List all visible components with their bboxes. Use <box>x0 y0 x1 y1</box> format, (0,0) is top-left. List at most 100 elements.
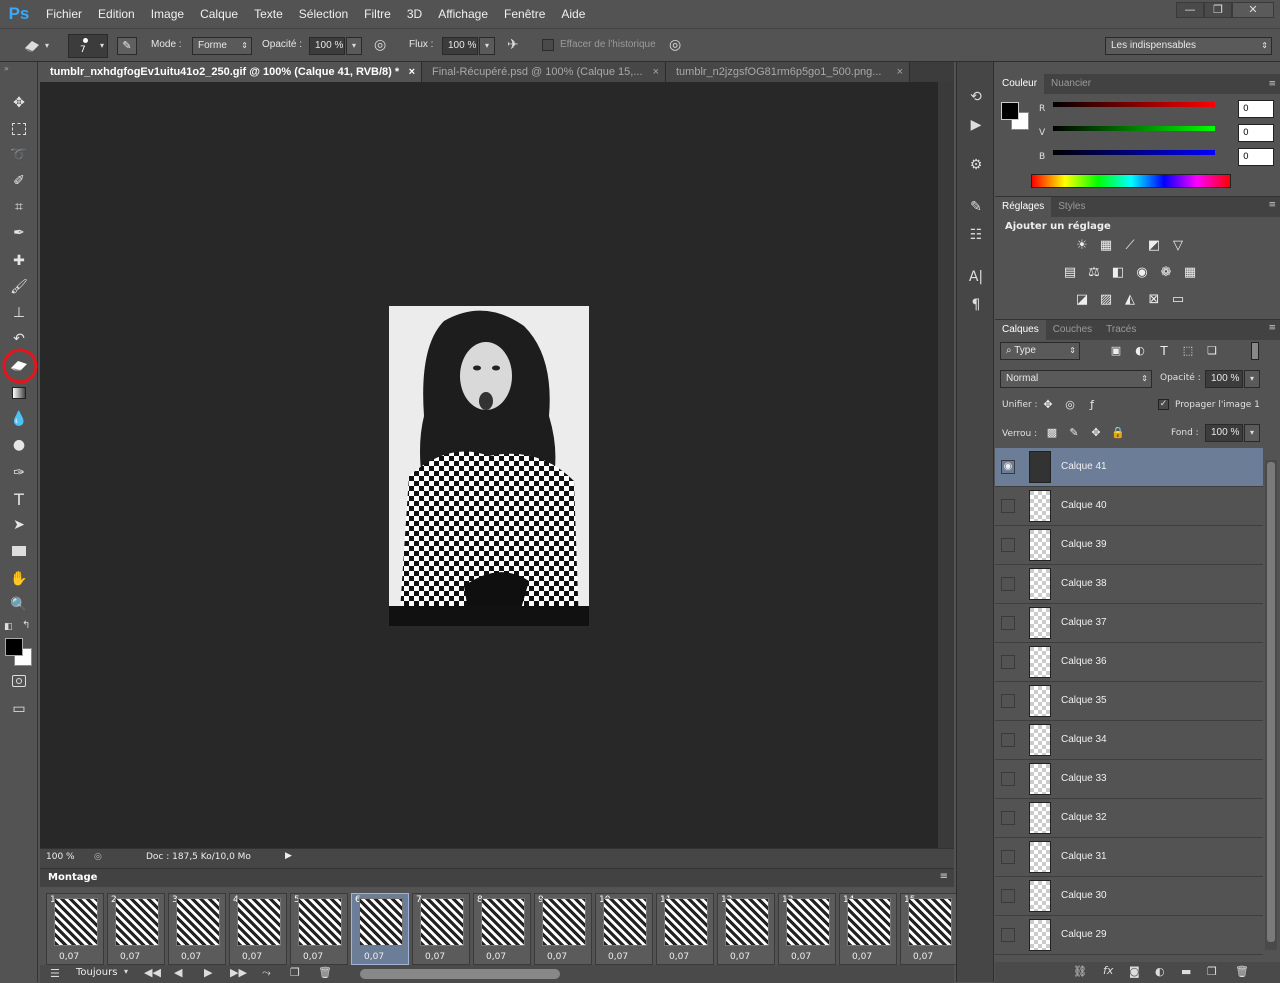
frame-delay[interactable]: 0,07 <box>791 952 811 962</box>
layer-name[interactable]: Calque 34 <box>1061 734 1107 745</box>
filter-shape-icon[interactable]: ⬚ <box>1179 342 1197 360</box>
frame-delay[interactable]: 0,07 <box>486 952 506 962</box>
filter-smart-icon[interactable]: ❏ <box>1203 342 1221 360</box>
tab-calques[interactable]: Calques <box>995 320 1046 340</box>
green-value[interactable]: 0 <box>1238 124 1274 142</box>
exposure-icon[interactable]: ◩ <box>1145 237 1163 255</box>
eyedropper-tool-icon[interactable]: ✒ <box>7 222 31 244</box>
brush-tool-icon[interactable]: 🖌 <box>7 276 31 298</box>
menu-fenetre[interactable]: Fenêtre <box>496 0 553 28</box>
screen-mode-icon[interactable]: ▭ <box>7 698 31 720</box>
layer-row[interactable]: Calque 38 <box>995 565 1263 604</box>
tab-couches[interactable]: Couches <box>1046 320 1099 340</box>
minimize-button[interactable]: — <box>1176 2 1204 18</box>
menu-fichier[interactable]: Fichier <box>38 0 90 28</box>
blue-value[interactable]: 0 <box>1238 148 1274 166</box>
layer-row[interactable]: Calque 29 <box>995 916 1263 955</box>
fill-input[interactable]: 100 % <box>1205 424 1243 442</box>
layer-row[interactable]: Calque 31 <box>995 838 1263 877</box>
pen-tool-icon[interactable]: ✑ <box>7 462 31 484</box>
layer-row[interactable]: Calque 37 <box>995 604 1263 643</box>
unify-style-icon[interactable]: ƒ <box>1083 396 1101 414</box>
vertical-scrollbar[interactable] <box>938 82 954 848</box>
panel-menu-icon[interactable]: ≡ <box>1268 200 1276 210</box>
brush-panel-icon[interactable]: ✎ <box>117 37 137 55</box>
layer-opacity-input[interactable]: 100 % <box>1205 370 1243 388</box>
hue-saturation-icon[interactable]: ▤ <box>1061 264 1079 282</box>
flow-dropdown-icon[interactable]: ▾ <box>479 37 495 55</box>
menu-image[interactable]: Image <box>143 0 192 28</box>
channel-mixer-icon[interactable]: ❁ <box>1157 264 1175 282</box>
frame-delay[interactable]: 0,07 <box>547 952 567 962</box>
timeline-frame[interactable]: 2 0,07 <box>107 893 165 965</box>
brightness-icon[interactable]: ☀ <box>1073 237 1091 255</box>
next-frame-icon[interactable]: ▶▶ <box>230 966 247 979</box>
character-icon[interactable]: A| <box>965 266 987 288</box>
rectangle-tool-icon[interactable] <box>7 540 31 562</box>
filter-type-icon[interactable]: T <box>1155 342 1173 360</box>
layer-name[interactable]: Calque 36 <box>1061 656 1107 667</box>
frame-delay[interactable]: 0,07 <box>852 952 872 962</box>
visibility-toggle[interactable] <box>1001 928 1015 942</box>
filter-toggle[interactable] <box>1251 342 1259 360</box>
hand-tool-icon[interactable]: ✋ <box>7 568 31 590</box>
blend-mode-select[interactable]: Normal ⇕ <box>1000 370 1152 388</box>
brush-size-picker[interactable]: 7 ▾ <box>68 34 108 58</box>
color-lookup-icon[interactable]: ▦ <box>1181 264 1199 282</box>
timeline-frame[interactable]: 8 0,07 <box>473 893 531 965</box>
photo-filter-icon[interactable]: ◉ <box>1133 264 1151 282</box>
opacity-input[interactable]: 100 % <box>309 37 345 55</box>
layers-scroll-thumb[interactable] <box>1267 462 1275 942</box>
trash-icon[interactable]: 🗑 <box>318 966 332 979</box>
vibrance-icon[interactable]: ▽ <box>1169 237 1187 255</box>
timeline-frame[interactable]: 4 0,07 <box>229 893 287 965</box>
layer-name[interactable]: Calque 35 <box>1061 695 1107 706</box>
close-icon[interactable]: × <box>653 62 659 82</box>
panel-menu-icon[interactable]: ≡ <box>1268 323 1276 333</box>
lock-all-icon[interactable]: 🔒 <box>1109 424 1127 442</box>
layer-name[interactable]: Calque 30 <box>1061 890 1107 901</box>
marquee-tool-icon[interactable] <box>7 118 31 140</box>
layer-row[interactable]: Calque 35 <box>995 682 1263 721</box>
menu-aide[interactable]: Aide <box>553 0 593 28</box>
close-icon[interactable]: × <box>409 62 415 82</box>
fx-icon[interactable]: fx <box>1103 964 1113 977</box>
pressure-opacity-icon[interactable]: ◎ <box>374 37 394 55</box>
menu-affichage[interactable]: Affichage <box>430 0 496 28</box>
lock-position-icon[interactable]: ✥ <box>1087 424 1105 442</box>
propagate-checkbox[interactable]: ✓ <box>1158 399 1169 410</box>
opacity-dropdown-icon[interactable]: ▾ <box>346 37 362 55</box>
lock-pixels-icon[interactable]: ✎ <box>1065 424 1083 442</box>
color-ramp[interactable] <box>1031 174 1231 188</box>
flow-input[interactable]: 100 % <box>442 37 478 55</box>
path-selection-tool-icon[interactable]: ➤ <box>7 514 31 536</box>
tween-icon[interactable]: ⤳ <box>262 966 271 980</box>
pressure-size-icon[interactable]: ◎ <box>669 37 689 55</box>
panel-menu-icon[interactable]: ≡ <box>1268 79 1276 89</box>
layer-opacity-dropdown-icon[interactable]: ▾ <box>1244 370 1260 388</box>
filter-adjust-icon[interactable]: ◐ <box>1131 342 1149 360</box>
frame-delay[interactable]: 0,07 <box>59 952 79 962</box>
layer-row[interactable]: Calque 32 <box>995 799 1263 838</box>
zoom-tool-icon[interactable]: 🔍 <box>7 594 31 616</box>
frame-delay[interactable]: 0,07 <box>303 952 323 962</box>
maximize-button[interactable]: ❐ <box>1204 2 1232 18</box>
visibility-toggle[interactable] <box>1001 772 1015 786</box>
frame-delay[interactable]: 0,07 <box>608 952 628 962</box>
history-icon[interactable]: ⟲ <box>965 86 987 108</box>
timeline-frame[interactable]: 110,07 <box>656 893 714 965</box>
timeline-frame[interactable]: 6 0,07 <box>351 893 409 965</box>
tab-traces[interactable]: Tracés <box>1099 320 1143 340</box>
fg-color-chip[interactable] <box>1001 102 1019 120</box>
quick-mask-icon[interactable] <box>7 670 31 692</box>
layer-row[interactable]: Calque 30 <box>995 877 1263 916</box>
blur-tool-icon[interactable]: 💧 <box>7 408 31 430</box>
frame-delay[interactable]: 0,07 <box>242 952 262 962</box>
add-mask-icon[interactable]: ◙ <box>1129 965 1140 978</box>
levels-icon[interactable]: ▦ <box>1097 237 1115 255</box>
red-value[interactable]: 0 <box>1238 100 1274 118</box>
layer-name[interactable]: Calque 31 <box>1061 851 1107 862</box>
timeline-frame[interactable]: 150,07 <box>900 893 958 965</box>
menu-selection[interactable]: Sélection <box>291 0 356 28</box>
frame-delay[interactable]: 0,07 <box>669 952 689 962</box>
